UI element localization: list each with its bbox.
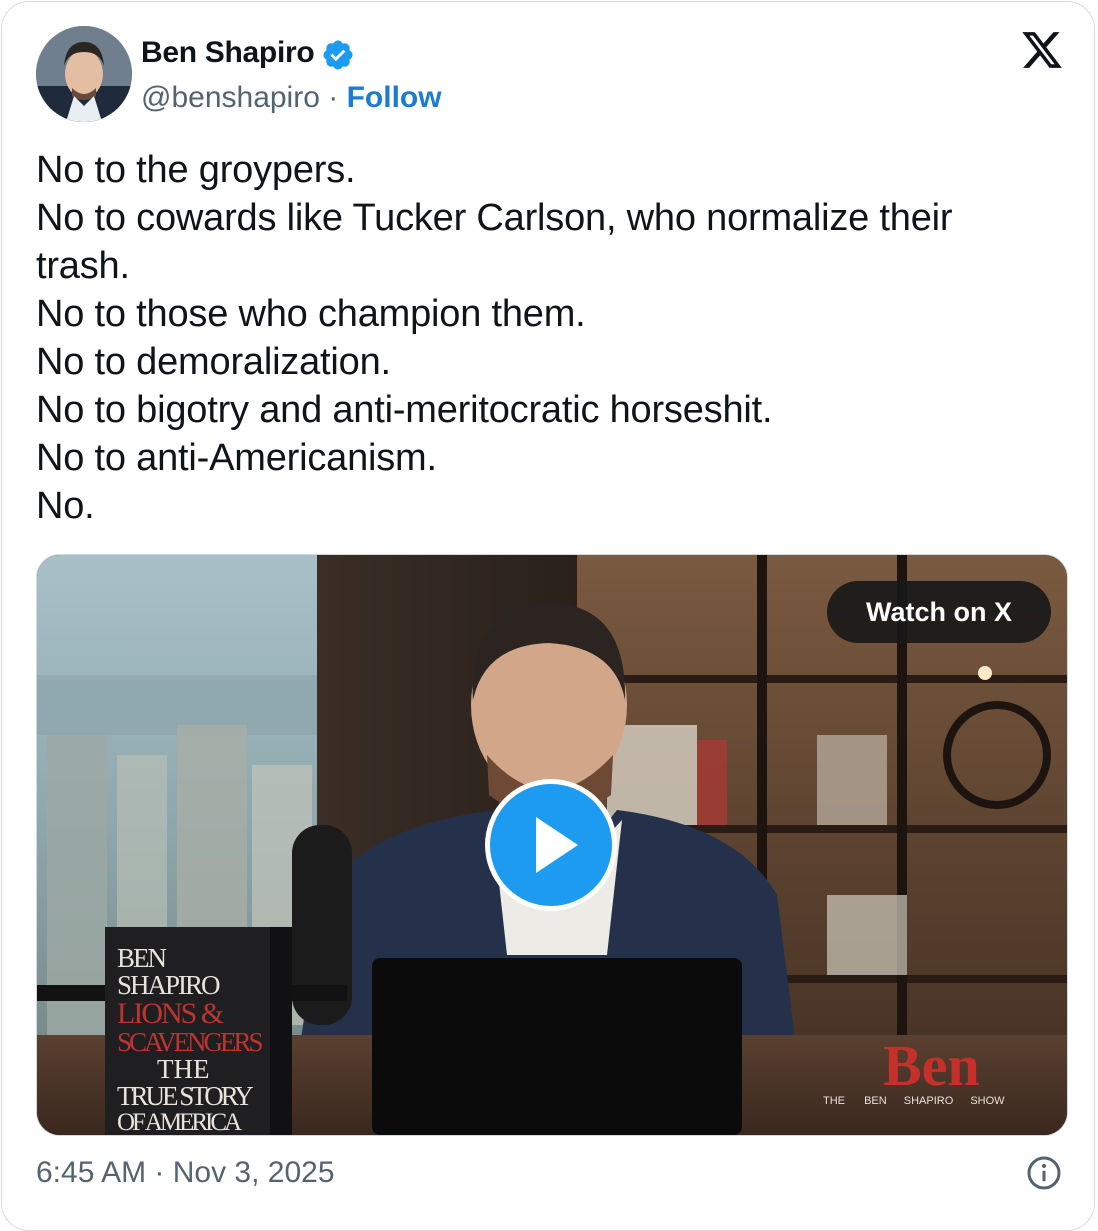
book-sub-line2: TRUE STORY bbox=[117, 1081, 254, 1111]
tweet-line: No. bbox=[36, 485, 95, 527]
tweet-line: trash. bbox=[36, 245, 130, 287]
play-icon bbox=[536, 817, 578, 873]
watch-on-x-button[interactable]: Watch on X bbox=[827, 581, 1051, 643]
author-name[interactable]: Ben Shapiro bbox=[141, 33, 315, 73]
book-cover: BEN SHAPIRO LIONS & SCAVENGERS THE TRUE … bbox=[117, 943, 267, 1136]
book-sub-line3: OF AMERICA bbox=[117, 1109, 242, 1136]
tweet-line: No to demoralization. bbox=[36, 341, 391, 383]
book-author: BEN SHAPIRO bbox=[117, 943, 221, 1000]
separator: · bbox=[319, 81, 347, 114]
play-button[interactable] bbox=[485, 779, 617, 911]
tweet-text: No to the groypers. No to cowards like T… bbox=[36, 146, 1066, 530]
show-logo-big: Ben bbox=[883, 1033, 980, 1098]
verified-badge-icon bbox=[323, 40, 353, 70]
video-player[interactable]: BEN SHAPIRO LIONS & SCAVENGERS THE TRUE … bbox=[36, 554, 1068, 1136]
x-logo-icon[interactable] bbox=[1019, 28, 1065, 72]
tweet-line: No to cowards like Tucker Carlson, who n… bbox=[36, 197, 953, 239]
show-logo-word: SHAPIRO bbox=[903, 1095, 954, 1107]
tweet-line: No to anti-Americanism. bbox=[36, 437, 437, 479]
author-handle[interactable]: @benshapiro bbox=[141, 81, 320, 114]
avatar[interactable] bbox=[36, 26, 132, 122]
show-logo-word: SHOW bbox=[970, 1095, 1005, 1107]
info-icon[interactable] bbox=[1026, 1155, 1062, 1191]
tweet-line: No to those who champion them. bbox=[36, 293, 586, 335]
show-logo-word: BEN bbox=[864, 1095, 887, 1107]
follow-button[interactable]: Follow bbox=[347, 81, 442, 114]
book-title-line2: SCAVENGERS bbox=[117, 1027, 264, 1057]
author-handle-row: @benshapiro · Follow bbox=[141, 79, 442, 117]
tweet-line: No to the groypers. bbox=[36, 149, 356, 191]
book-title-line1: LIONS bbox=[117, 997, 197, 1030]
tweet-line: No to bigotry and anti-meritocratic hors… bbox=[36, 389, 773, 431]
tweet-timestamp[interactable]: 6:45 AM · Nov 3, 2025 bbox=[36, 1153, 335, 1193]
book-title-amp: & bbox=[200, 997, 224, 1030]
show-logo-word: THE bbox=[823, 1095, 845, 1107]
book-sub-line1: THE bbox=[157, 1054, 210, 1084]
